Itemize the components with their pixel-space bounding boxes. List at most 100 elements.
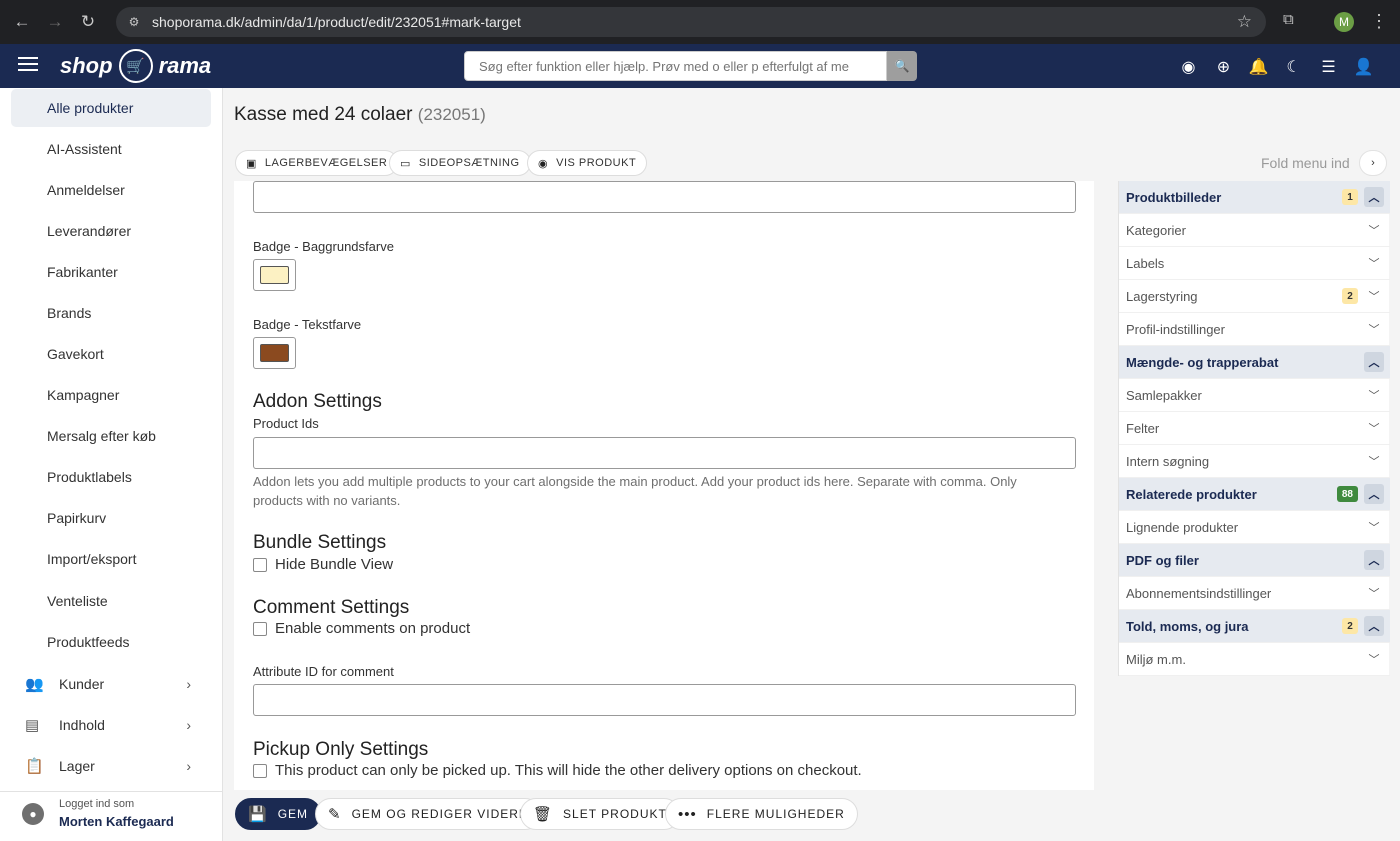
sidebar-group-lager[interactable]: 📋 Lager › [11,747,211,785]
section-row[interactable]: Produktbilleder 1 ︿ [1119,181,1390,214]
logged-in-user[interactable]: ● Logget ind som Morten Kaffegaard [0,791,222,841]
chevron-down-icon[interactable]: ﹀ [1364,286,1384,306]
text-field-top[interactable] [253,181,1076,213]
attribute-id-input[interactable] [253,684,1076,716]
section-row[interactable]: Relaterede produkter 88 ︿ [1119,478,1390,511]
save-label: GEM [277,807,309,821]
sidebar-item-ai-assistent[interactable]: AI-Assistent [11,130,211,168]
pencil-icon: ✎ [328,806,342,823]
fold-menu-button[interactable]: › [1359,150,1387,176]
chevron-up-icon[interactable]: ︿ [1364,187,1384,207]
sideopsaetning-button[interactable]: ▭ SIDEOPSÆTNING [389,150,531,176]
section-row[interactable]: Felter ﹀ [1119,412,1390,445]
chevron-down-icon[interactable]: ﹀ [1364,385,1384,405]
chevron-down-icon[interactable]: ﹀ [1364,517,1384,537]
chevron-down-icon[interactable]: ﹀ [1364,451,1384,471]
pickup-settings-title: Pickup Only Settings [253,739,429,760]
enable-comments-checkbox[interactable] [253,621,267,636]
section-row[interactable]: Intern søgning ﹀ [1119,445,1390,478]
menu-toggle-icon[interactable] [18,57,38,75]
section-row[interactable]: Labels ﹀ [1119,247,1390,280]
sidebar-item-gavekort[interactable]: Gavekort [11,335,211,373]
fold-menu-label[interactable]: Fold menu ind [1261,155,1350,171]
search-button[interactable]: 🔍 [887,51,917,81]
chevron-up-icon[interactable]: ︿ [1364,352,1384,372]
bookmark-star-icon[interactable]: ☆ [1237,12,1252,32]
sidebar-item-fabrikanter[interactable]: Fabrikanter [11,253,211,291]
chevron-down-icon[interactable]: ﹀ [1364,220,1384,240]
sidebar-group-kunder[interactable]: 👥 Kunder › [11,665,211,703]
sidebar-item-papirkurv[interactable]: Papirkurv [11,499,211,537]
section-label: Labels [1126,255,1165,271]
save-button[interactable]: 💾 GEM [235,798,322,830]
forward-arrow-icon[interactable]: → [44,11,66,33]
chevron-up-icon[interactable]: ︿ [1364,616,1384,636]
section-row[interactable]: Lignende produkter ﹀ [1119,511,1390,544]
document-icon: ▤ [25,717,40,734]
sidebar-item-leverandorer[interactable]: Leverandører [11,212,211,250]
search-input[interactable] [464,51,887,81]
chevron-down-icon[interactable]: ﹀ [1364,418,1384,438]
browser-profile-avatar[interactable]: M [1334,12,1354,32]
section-row[interactable]: Told, moms, og jura 2 ︿ [1119,610,1390,643]
save-and-continue-button[interactable]: ✎ GEM OG REDIGER VIDERE [315,798,541,830]
archive-icon: ▣ [246,157,257,170]
shoporama-logo[interactable]: shop 🛒 rama [60,48,211,84]
back-arrow-icon[interactable]: ← [11,11,33,33]
vis-produkt-button[interactable]: ◉ VIS PRODUKT [527,150,648,176]
globe-icon[interactable]: ⊕ [1213,56,1234,77]
sidebar-item-kampagner[interactable]: Kampagner [11,376,211,414]
delete-product-button[interactable]: 🗑 SLET PRODUKT [520,798,680,830]
sidebar-item-produktfeeds[interactable]: Produktfeeds [11,623,211,661]
section-row[interactable]: Mængde- og trapperabat ︿ [1119,346,1390,379]
bell-icon[interactable]: 🔔 [1248,56,1269,77]
url-text[interactable]: shoporama.dk/admin/da/1/product/edit/232… [152,14,521,30]
extensions-icon[interactable]: ⧉ [1283,11,1303,31]
badge-bg-color-picker[interactable] [253,259,296,291]
sidebar-item-alle-produkter[interactable]: Alle produkter [11,89,211,127]
enable-comments-row[interactable]: Enable comments on product [253,620,470,637]
chevron-down-icon[interactable]: ﹀ [1364,649,1384,669]
eye-icon[interactable]: ◉ [1178,56,1199,77]
sidebar-item-brands[interactable]: Brands [11,294,211,332]
section-label: Mængde- og trapperabat [1126,354,1279,370]
more-options-button[interactable]: ••• FLERE MULIGHEDER [665,798,858,830]
section-row[interactable]: Lagerstyring 2 ﹀ [1119,280,1390,313]
chevron-down-icon[interactable]: ﹀ [1364,319,1384,339]
reload-icon[interactable]: ↻ [77,11,99,33]
save-continue-label: GEM OG REDIGER VIDERE [351,807,528,821]
people-icon: 👥 [25,676,44,693]
section-row[interactable]: Profil-indstillinger ﹀ [1119,313,1390,346]
section-row[interactable]: Kategorier ﹀ [1119,214,1390,247]
lagerbevaegelser-button[interactable]: ▣ LAGERBEVÆGELSER [235,150,399,176]
section-row[interactable]: Samlepakker ﹀ [1119,379,1390,412]
chevron-up-icon[interactable]: ︿ [1364,550,1384,570]
chevron-down-icon[interactable]: ﹀ [1364,253,1384,273]
browser-menu-icon[interactable]: ⋮ [1370,11,1388,32]
hide-bundle-checkbox[interactable] [253,557,267,572]
badge-text-color-picker[interactable] [253,337,296,369]
address-bar[interactable]: ⚙ shoporama.dk/admin/da/1/product/edit/2… [116,7,1266,37]
sidebar-item-mersalg[interactable]: Mersalg efter køb [11,417,211,455]
section-label: Samlepakker [1126,387,1202,403]
hide-bundle-view-row[interactable]: Hide Bundle View [253,556,393,573]
pickup-only-checkbox[interactable] [253,763,267,778]
browser-toolbar: ← → ↻ ⚙ shoporama.dk/admin/da/1/product/… [0,0,1400,44]
product-ids-input[interactable] [253,437,1076,469]
section-row[interactable]: Miljø m.m. ﹀ [1119,643,1390,676]
dark-mode-moon-icon[interactable]: ☾ [1283,56,1304,77]
sidebar-item-produktlabels[interactable]: Produktlabels [11,458,211,496]
sidebar-item-venteliste[interactable]: Venteliste [11,582,211,620]
section-row[interactable]: Abonnementsindstillinger ﹀ [1119,577,1390,610]
sidebar-group-indhold[interactable]: ▤ Indhold › [11,706,211,744]
chevron-down-icon[interactable]: ﹀ [1364,583,1384,603]
user-icon[interactable]: 👤 [1353,56,1374,77]
sidebar-item-anmeldelser[interactable]: Anmeldelser [11,171,211,209]
chevron-up-icon[interactable]: ︿ [1364,484,1384,504]
layout-icon: ▭ [400,157,411,170]
section-row[interactable]: PDF og filer ︿ [1119,544,1390,577]
site-settings-icon[interactable]: ⚙ [124,12,144,32]
sidebar-item-import-eksport[interactable]: Import/eksport [11,540,211,578]
stack-icon[interactable]: ☰ [1318,56,1339,77]
pickup-only-row[interactable]: This product can only be picked up. This… [253,762,862,779]
